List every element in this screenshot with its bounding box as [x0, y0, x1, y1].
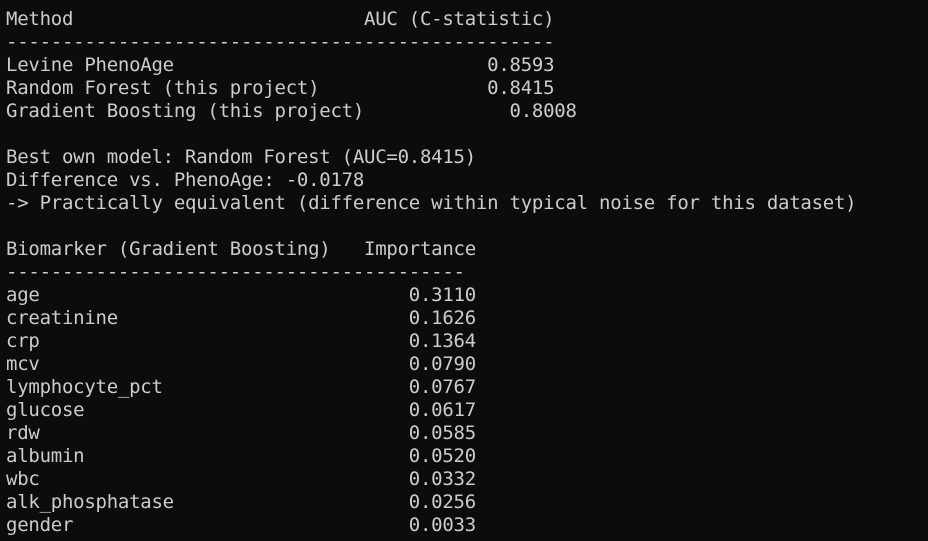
importance-row-lymphocyte-pct: lymphocyte_pct 0.0767: [6, 376, 476, 398]
auc-row-random-forest: Random Forest (this project) 0.8415: [6, 77, 555, 99]
importance-row-rdw: rdw 0.0585: [6, 422, 476, 444]
best-model-line: Best own model: Random Forest (AUC=0.841…: [6, 146, 476, 168]
importance-table-header: Biomarker (Gradient Boosting) Importance: [6, 238, 476, 260]
importance-row-mcv: mcv 0.0790: [6, 353, 476, 375]
auc-table-separator: ----------------------------------------…: [6, 31, 555, 53]
importance-row-crp: crp 0.1364: [6, 330, 476, 352]
importance-row-age: age 0.3110: [6, 284, 476, 306]
importance-row-glucose: glucose 0.0617: [6, 399, 476, 421]
importance-row-albumin: albumin 0.0520: [6, 445, 476, 467]
importance-row-gender: gender 0.0033: [6, 514, 476, 536]
terminal-output[interactable]: Method AUC (C-statistic) ---------------…: [0, 0, 928, 541]
auc-row-gradient-boosting: Gradient Boosting (this project) 0.8008: [6, 100, 577, 122]
difference-line: Difference vs. PhenoAge: -0.0178: [6, 169, 365, 191]
importance-row-wbc: wbc 0.0332: [6, 468, 476, 490]
importance-row-alk-phosphatase: alk_phosphatase 0.0256: [6, 491, 476, 513]
importance-row-creatinine: creatinine 0.1626: [6, 307, 476, 329]
conclusion-line: -> Practically equivalent (difference wi…: [6, 192, 857, 214]
auc-table-header: Method AUC (C-statistic): [6, 8, 555, 30]
importance-table-separator: ----------------------------------------…: [6, 261, 465, 283]
auc-row-levine-phenoage: Levine PhenoAge 0.8593: [6, 54, 555, 76]
